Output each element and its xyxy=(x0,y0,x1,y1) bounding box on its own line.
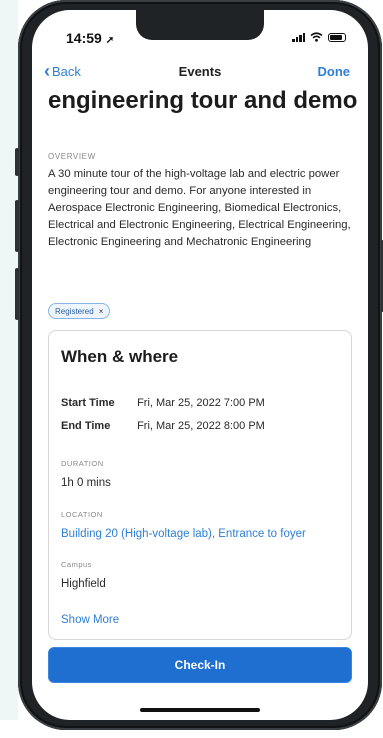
status-icons xyxy=(292,32,346,42)
overview-label: OVERVIEW xyxy=(48,152,96,161)
location-label: LOCATION xyxy=(61,510,103,519)
overview-text: A 30 minute tour of the high-voltage lab… xyxy=(48,168,351,248)
battery-icon xyxy=(328,32,346,42)
start-time-row: Start Time Fri, Mar 25, 2022 7:00 PM xyxy=(61,397,265,409)
phone-frame: 14:59 ➚ ‹ Back Events Done engineering t… xyxy=(15,0,383,730)
done-button[interactable]: Done xyxy=(318,64,351,79)
tag-label: Registered xyxy=(55,306,94,316)
notch xyxy=(136,10,264,40)
campus-label: Campus xyxy=(61,560,92,569)
end-time-value: Fri, Mar 25, 2022 8:00 PM xyxy=(137,420,265,432)
status-time: 14:59 ➚ xyxy=(66,30,115,46)
event-title: engineering tour and demo xyxy=(48,87,358,114)
registered-tag[interactable]: Registered × xyxy=(48,303,111,319)
home-indicator[interactable] xyxy=(140,708,260,712)
duration-label: DURATION xyxy=(61,459,104,468)
end-time-label: End Time xyxy=(61,420,111,432)
duration-value: 1h 0 mins xyxy=(61,477,111,489)
when-where-card: When & where Start Time Fri, Mar 25, 202… xyxy=(48,330,352,640)
location-link[interactable]: Building 20 (High-voltage lab), Entrance… xyxy=(61,528,306,540)
mute-switch xyxy=(15,148,19,176)
location-arrow-icon: ➚ xyxy=(105,35,115,46)
campus-value: Highfield xyxy=(61,578,106,590)
start-time-label: Start Time xyxy=(61,397,115,409)
start-time-value: Fri, Mar 25, 2022 7:00 PM xyxy=(137,397,265,409)
volume-up-button xyxy=(15,200,19,252)
card-title: When & where xyxy=(61,347,179,366)
volume-down-button xyxy=(15,268,19,320)
page-background xyxy=(0,0,18,720)
close-icon[interactable]: × xyxy=(99,307,104,316)
show-more-link[interactable]: Show More xyxy=(61,614,119,626)
screen: 14:59 ➚ ‹ Back Events Done engineering t… xyxy=(32,10,368,720)
wifi-icon xyxy=(310,32,323,42)
cellular-signal-icon xyxy=(292,32,305,42)
navigation-bar: ‹ Back Events Done xyxy=(32,62,368,86)
check-in-button[interactable]: Check-In xyxy=(48,647,352,683)
end-time-row: End Time Fri, Mar 25, 2022 8:00 PM xyxy=(61,420,265,432)
